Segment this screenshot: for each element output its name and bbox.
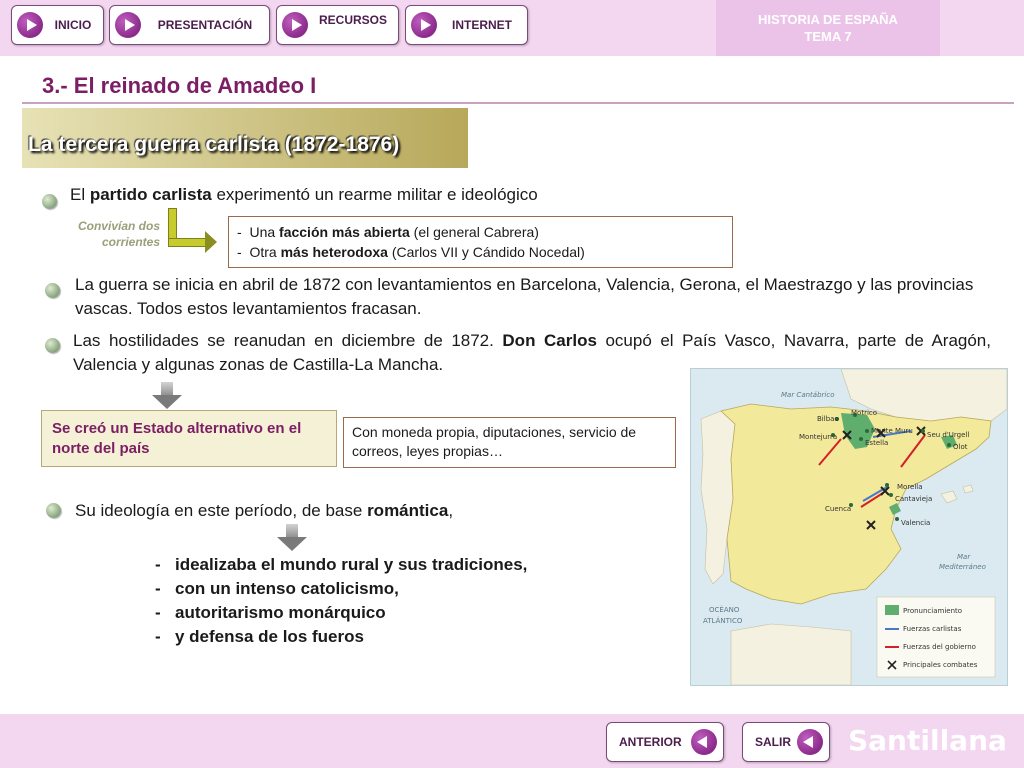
list-item: -y defensa de los fueros (155, 625, 527, 649)
ideology-traits-list: - idealizaba el mundo rural y sus tradici… (155, 553, 527, 649)
text-fragment: experimentó un rearme militar e ideológi… (211, 185, 538, 204)
map-label-place: Valencia (901, 519, 930, 527)
legend-swatch-pronunciamiento (885, 605, 899, 615)
text-fragment: (el general Cabrera) (409, 224, 539, 240)
faction-item: - Otra más heterodoxa (Carlos VII y Cánd… (237, 244, 585, 260)
map-label-place: Cuenca (825, 505, 851, 513)
estado-detail-box: Con moneda propia, diputaciones, servici… (343, 417, 676, 468)
title-divider (22, 102, 1014, 104)
map-label-place: Bilbao (817, 415, 839, 423)
text-fragment: , (448, 501, 454, 520)
nav-presentacion-label: PRESENTACIÓN (157, 18, 253, 32)
map-label-place: Morella (897, 483, 923, 491)
map-label-place: Monte Muru (871, 427, 913, 435)
play-arrow-icon (17, 12, 43, 38)
nav-inicio-button[interactable]: INICIO (11, 5, 104, 45)
nav-recursos-button[interactable]: RECURSOS (276, 5, 399, 45)
carlist-war-map: Mar Cantábrico Mar Mediterráneo OCÉANO A… (690, 368, 1008, 686)
publisher-logo: Santillana (848, 724, 1007, 757)
page-title: 3.- El reinado de Amadeo I (42, 73, 317, 98)
play-arrow-icon (115, 12, 141, 38)
text-fragment: (Carlos VII y Cándido Nocedal) (387, 244, 585, 260)
bullet-icon (45, 338, 60, 353)
topic-number: TEMA 7 (804, 29, 852, 44)
trait-text: autoritarismo monárquico (175, 603, 386, 622)
course-topic-badge: HISTORIA DE ESPAÑA TEMA 7 (716, 0, 940, 56)
nav-presentacion-button[interactable]: PRESENTACIÓN (109, 5, 270, 45)
section-title: La tercera guerra carlista (1872-1876) (28, 133, 400, 156)
down-arrow-icon (277, 524, 307, 552)
map-legend: Pronunciamiento Fuerzas carlistas Fuerza… (876, 596, 996, 678)
back-arrow-icon (797, 729, 823, 755)
map-label-sea-med: Mar (957, 553, 971, 561)
map-label-place: Olot (953, 443, 968, 451)
previous-button[interactable]: ANTERIOR (606, 722, 724, 762)
paragraph-rearme: El partido carlista experimentó un rearm… (70, 183, 538, 207)
list-item: - autoritarismo monárquico (155, 601, 527, 625)
paragraph-inicio-guerra: La guerra se inicia en abril de 1872 con… (75, 275, 974, 318)
text-bold: romántica (367, 501, 449, 520)
legend-label: Fuerzas del gobierno (903, 643, 976, 651)
nav-internet-label: INTERNET (452, 18, 512, 32)
text-bold: facción más abierta (279, 224, 410, 240)
elbow-arrow-head-icon (205, 231, 217, 253)
nav-inicio-label: INICIO (54, 18, 92, 32)
legend-label: Principales combates (903, 661, 978, 669)
map-label-ocean: ATLÁNTICO (703, 616, 743, 625)
elbow-arrow-shaft (168, 238, 208, 247)
faction-item: - Una facción más abierta (el general Ca… (237, 224, 539, 240)
bullet-icon (42, 194, 57, 209)
down-arrow-icon (152, 382, 182, 410)
trait-text: con un intenso catolicismo, (175, 579, 399, 598)
list-item: - con un intenso catolicismo, (155, 577, 527, 601)
play-arrow-icon (411, 12, 437, 38)
nav-recursos-label: RECURSOS (318, 13, 387, 27)
estado-alternativo-box: Se creó un Estado alternativo en el nort… (41, 410, 337, 467)
text-fragment: Una (249, 224, 280, 240)
text-fragment: El (70, 185, 90, 204)
text-bold: más heterodoxa (280, 244, 388, 260)
exit-label: SALIR (755, 735, 791, 749)
factions-box: - Una facción más abierta (el general Ca… (228, 216, 733, 268)
trait-text: idealizaba el mundo rural y sus tradicio… (175, 555, 528, 574)
map-africa (730, 623, 852, 685)
map-label-place: Seu d'Urgell (927, 431, 969, 439)
back-arrow-icon (691, 729, 717, 755)
text-bold: Don Carlos (502, 331, 597, 350)
currents-label-line: Convivían dos (77, 219, 160, 233)
trait-text: y defensa de los fueros (175, 627, 364, 646)
nav-internet-button[interactable]: INTERNET (405, 5, 528, 45)
list-item: - idealizaba el mundo rural y sus tradici… (155, 553, 527, 577)
bullet-icon (45, 283, 60, 298)
map-label-place: Estella (865, 439, 888, 447)
map-label-place: Cantavieja (895, 495, 932, 503)
map-label-place: Montejurra (799, 433, 837, 441)
legend-label: Fuerzas carlistas (903, 625, 962, 633)
exit-button[interactable]: SALIR (742, 722, 830, 762)
legend-label: Pronunciamiento (903, 607, 962, 615)
currents-label: Convivían dos corrientes (60, 218, 160, 250)
text-fragment: Otra (249, 244, 281, 260)
bullet-icon (46, 503, 61, 518)
text-fragment: Las hostilidades se reanudan en diciembr… (73, 331, 503, 350)
course-title: HISTORIA DE ESPAÑA (758, 12, 898, 27)
paragraph-ideologia: Su ideología en este período, de base ro… (75, 499, 453, 523)
play-arrow-icon (282, 12, 308, 38)
map-label-sea-med: Mediterráneo (939, 563, 986, 571)
map-label-place: Motrico (851, 409, 877, 417)
map-label-ocean: OCÉANO (709, 605, 740, 614)
text-fragment: Su ideología en este período, de base (75, 501, 368, 520)
currents-label-line: corrientes (101, 235, 160, 249)
map-label-sea-north: Mar Cantábrico (781, 391, 834, 399)
text-bold: partido carlista (89, 185, 212, 204)
previous-label: ANTERIOR (619, 735, 682, 749)
